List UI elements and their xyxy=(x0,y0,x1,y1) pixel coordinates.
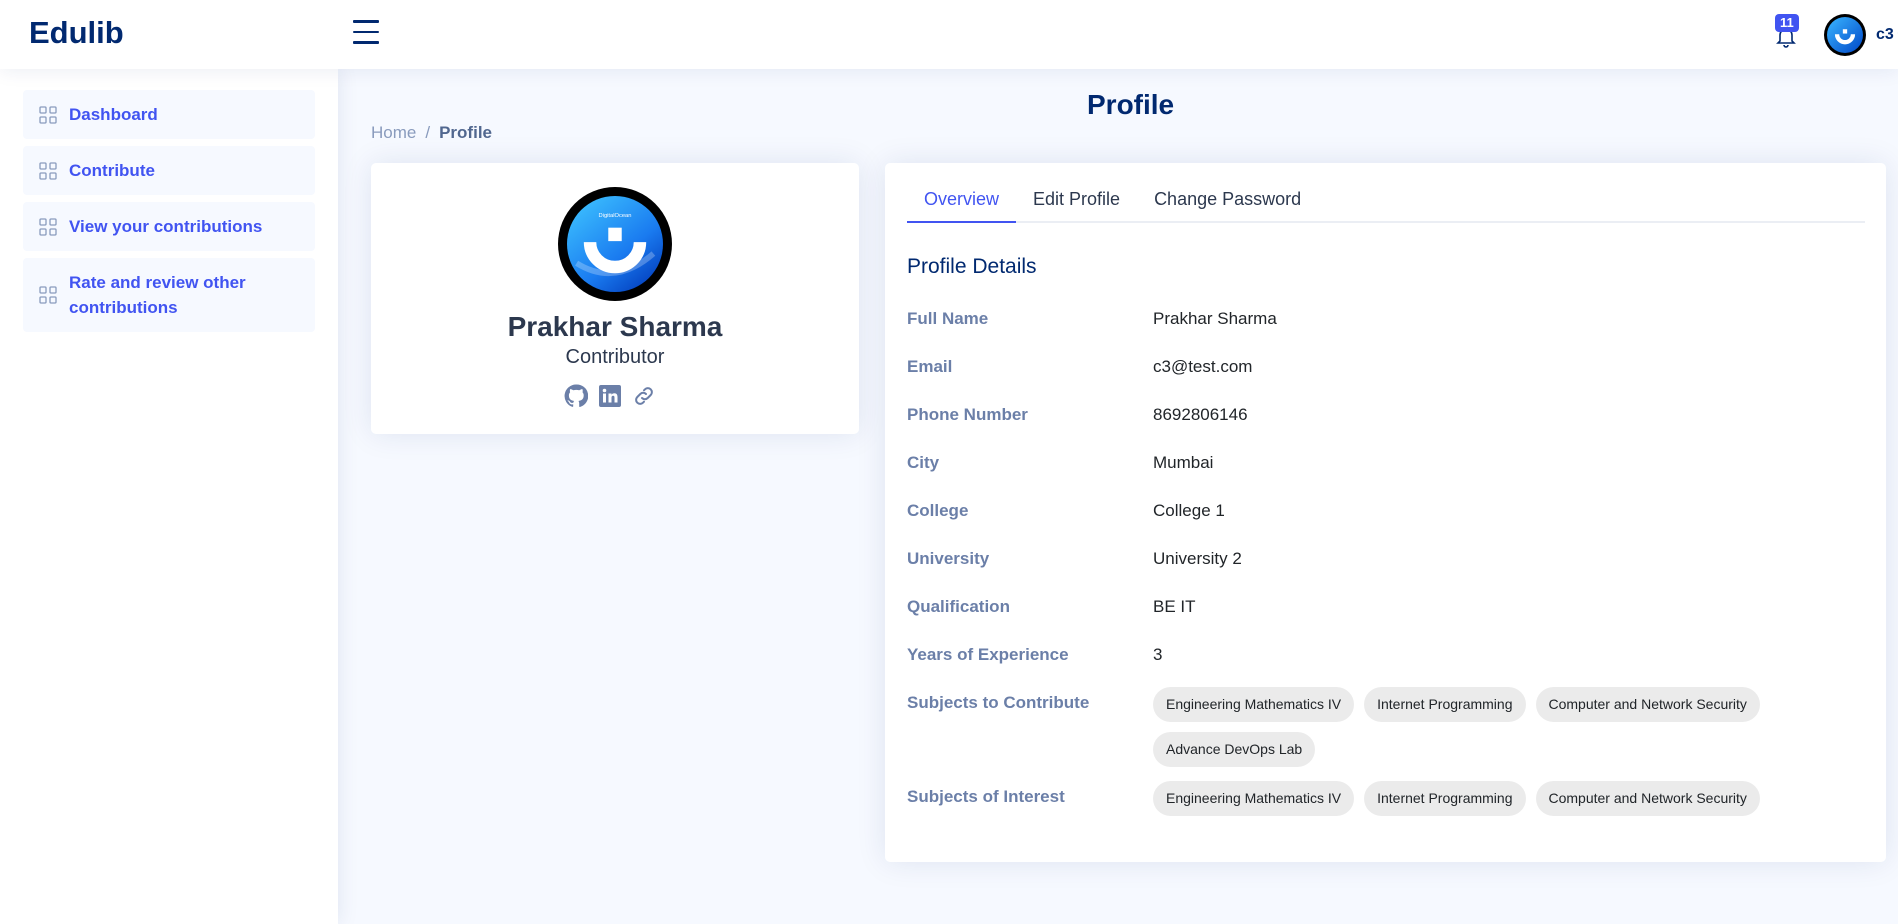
breadcrumb: Home / Profile xyxy=(371,123,492,143)
subject-chip: Internet Programming xyxy=(1364,687,1526,722)
grid-icon xyxy=(39,286,57,304)
linkedin-icon[interactable] xyxy=(598,384,622,408)
profile-name: Prakhar Sharma xyxy=(507,311,723,342)
interest-chips: Engineering Mathematics IV Internet Prog… xyxy=(1153,781,1773,816)
tab-overview[interactable]: Overview xyxy=(907,177,1017,223)
subject-chip: Advance DevOps Lab xyxy=(1153,732,1316,767)
breadcrumb-home-link[interactable]: Home xyxy=(371,123,416,143)
detail-value: Mumbai xyxy=(1153,453,1214,472)
profile-details-card: Overview Edit Profile Change Password Pr… xyxy=(885,163,1886,862)
subject-chip: Engineering Mathematics IV xyxy=(1153,781,1355,816)
detail-label: Qualification xyxy=(907,597,1010,616)
tab-edit-profile[interactable]: Edit Profile xyxy=(1016,177,1137,223)
detail-label: Phone Number xyxy=(907,405,1028,424)
detail-label: College xyxy=(907,501,969,520)
detail-value: 8692806146 xyxy=(1153,405,1248,424)
detail-row-city: City Mumbai xyxy=(907,447,1865,495)
sidebar-item-label: Rate and review other contributions xyxy=(69,273,246,317)
detail-label: Full Name xyxy=(907,309,989,328)
detail-row-college: College College 1 xyxy=(907,495,1865,543)
breadcrumb-current: Profile xyxy=(439,123,492,142)
subject-chips: Engineering Mathematics IV Internet Prog… xyxy=(1153,687,1773,767)
profile-card: DigitalOcean Prakhar Sharma Contributor xyxy=(371,163,859,434)
user-name: c3 xyxy=(1876,26,1894,43)
detail-value: c3@test.com xyxy=(1153,357,1253,376)
hamburger-menu-icon[interactable] xyxy=(352,20,381,46)
grid-icon xyxy=(39,161,57,180)
avatar-logo-text: DigitalOcean xyxy=(599,213,632,219)
detail-value: College 1 xyxy=(1153,501,1225,520)
subject-chip: Engineering Mathematics IV xyxy=(1153,687,1355,722)
sidebar: Dashboard Contribute View your contribut… xyxy=(0,69,338,924)
detail-row-phone: Phone Number 8692806146 xyxy=(907,399,1865,447)
subject-chip: Computer and Network Security xyxy=(1535,687,1760,722)
detail-row-full-name: Full Name Prakhar Sharma xyxy=(907,303,1865,351)
app-logo[interactable]: Edulib xyxy=(29,15,124,51)
detail-label: Subjects of Interest xyxy=(907,787,1065,806)
sidebar-item-label: View your contributions xyxy=(69,217,263,236)
notifications-button[interactable]: 11 xyxy=(1771,14,1801,50)
subject-chip: Computer and Network Security xyxy=(1535,781,1760,816)
detail-value: Prakhar Sharma xyxy=(1153,309,1277,328)
sidebar-item-label: Contribute xyxy=(69,161,155,180)
link-icon[interactable] xyxy=(632,384,656,408)
profile-tabs: Overview Edit Profile Change Password xyxy=(907,177,1865,223)
breadcrumb-separator: / xyxy=(425,123,431,142)
top-header: Edulib 11 c3 ▾ xyxy=(0,0,1898,69)
detail-row-subjects-interest: Subjects of Interest Engineering Mathema… xyxy=(907,781,1865,829)
detail-row-university: University University 2 xyxy=(907,543,1865,591)
detail-value: BE IT xyxy=(1153,597,1196,616)
sidebar-item-label: Dashboard xyxy=(69,105,158,124)
detail-row-subjects-contribute: Subjects to Contribute Engineering Mathe… xyxy=(907,687,1865,781)
grid-icon xyxy=(39,105,57,124)
user-menu[interactable]: c3 ▾ xyxy=(1824,14,1898,56)
tab-change-password[interactable]: Change Password xyxy=(1137,177,1318,223)
sidebar-item-contribute[interactable]: Contribute xyxy=(23,146,315,195)
detail-row-experience: Years of Experience 3 xyxy=(907,639,1865,687)
github-icon[interactable] xyxy=(564,384,589,408)
detail-label: University xyxy=(907,549,990,568)
details-list: Full Name Prakhar Sharma Email c3@test.c… xyxy=(907,303,1865,829)
sidebar-item-view-contributions[interactable]: View your contributions xyxy=(23,202,315,251)
grid-icon xyxy=(39,217,57,236)
profile-avatar: DigitalOcean xyxy=(558,187,672,301)
page-title: Profile xyxy=(1087,89,1175,120)
detail-row-qualification: Qualification BE IT xyxy=(907,591,1865,639)
sidebar-item-dashboard[interactable]: Dashboard xyxy=(23,90,315,139)
section-title: Profile Details xyxy=(907,255,1037,278)
subject-chip: Internet Programming xyxy=(1364,781,1526,816)
detail-label: Years of Experience xyxy=(907,645,1069,664)
detail-row-email: Email c3@test.com xyxy=(907,351,1865,399)
detail-label: Email xyxy=(907,357,953,376)
detail-label: Subjects to Contribute xyxy=(907,693,1090,712)
profile-role: Contributor xyxy=(565,346,665,368)
detail-value: 3 xyxy=(1153,645,1163,664)
detail-value: University 2 xyxy=(1153,549,1242,568)
notification-badge: 11 xyxy=(1775,14,1799,32)
avatar xyxy=(1824,14,1866,56)
detail-label: City xyxy=(907,453,940,472)
social-links xyxy=(564,384,656,408)
sidebar-item-rate-review[interactable]: Rate and review other contributions xyxy=(23,258,315,332)
